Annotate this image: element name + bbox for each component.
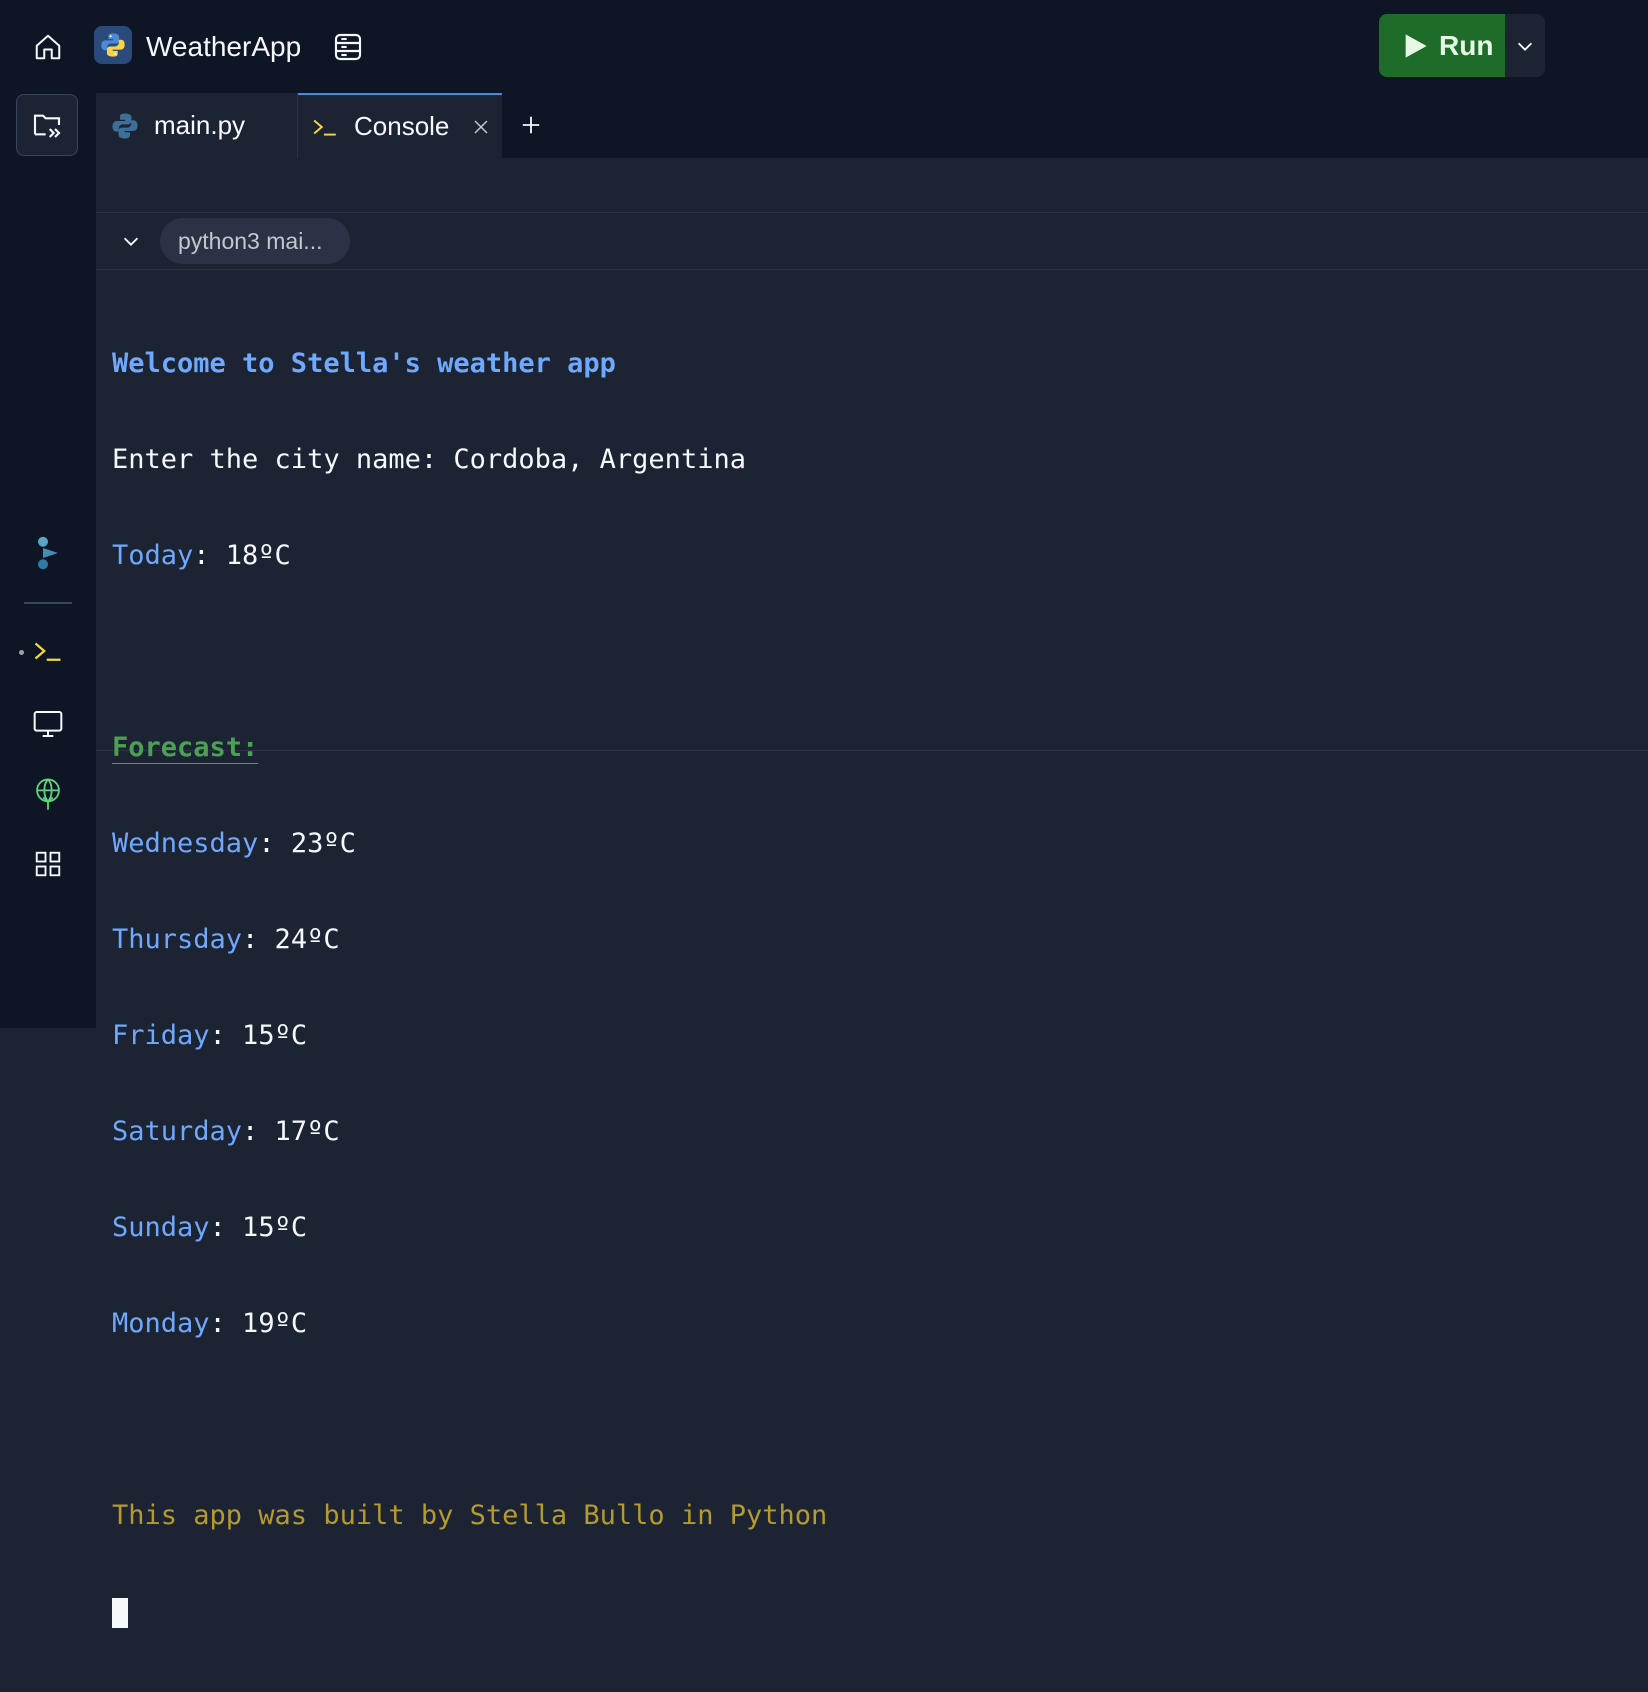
forecast-value: : 17ºC [242,1116,340,1147]
forecast-day: Friday [112,1020,210,1051]
tab-label: Console [354,111,450,141]
terminal-icon [313,119,336,136]
run-options-button[interactable] [1505,14,1545,77]
tab-label: main.py [154,110,246,140]
forecast-value: : 19ºC [209,1308,308,1339]
forecast-day: Saturday [112,1116,243,1147]
python-logo-icon[interactable] [94,26,132,64]
home-icon[interactable] [28,27,68,67]
forecast-value: : 24ºC [242,924,340,955]
monitor-icon[interactable] [22,702,74,746]
folder-expand-icon [33,114,61,138]
run-button[interactable]: Run [1379,14,1505,77]
deploy-icon[interactable] [22,772,74,816]
terminal-cursor [112,1597,128,1628]
app-name[interactable]: WeatherApp [146,27,301,67]
terminal-icon[interactable] [22,629,74,673]
files-button[interactable] [16,94,78,156]
sidebar-divider [24,602,72,604]
forecast-day: Thursday [112,924,243,955]
prompt-line: Enter the city name: Cordoba, Argentina [112,444,746,475]
console-text: Welcome to Stella's weather app Enter th… [112,284,827,1692]
grid-apps-icon[interactable] [22,842,74,886]
forecast-day: Monday [112,1308,210,1339]
credit-line: This app was built by Stella Bullo in Py… [112,1500,828,1531]
agent-icon[interactable] [22,531,74,575]
forecast-day: Sunday [112,1212,210,1243]
run-label: Run [1439,29,1494,61]
forecast-value: : 23ºC [258,828,356,859]
close-icon[interactable] [470,116,492,138]
today-label: Today [112,540,194,571]
chevron-down-icon [1517,42,1533,51]
python-icon [112,113,138,138]
tab-console[interactable]: Console [298,93,502,158]
forecast-title: Forecast: [112,732,259,763]
process-pill[interactable]: python3 mai... [160,218,351,264]
add-tab-icon[interactable] [514,108,548,142]
console-toolbar [96,158,1648,213]
play-icon [1405,33,1427,58]
forecast-value: : 15ºC [209,1020,308,1051]
welcome-line: Welcome to Stella's weather app [112,348,616,379]
forecast-day: Wednesday [112,828,259,859]
database-icon[interactable] [328,27,368,67]
top-bar: WeatherApp Run [0,0,1648,93]
forecast-value: : 15ºC [209,1212,308,1243]
today-value: : 18ºC [193,540,291,571]
tab-main-py[interactable]: main.py [96,93,298,158]
console-output[interactable]: Welcome to Stella's weather app Enter th… [96,270,1648,1628]
tab-bar: main.py Console [96,93,1648,158]
chevron-down-icon[interactable] [116,226,146,256]
process-bar: python3 mai... [96,213,1648,270]
